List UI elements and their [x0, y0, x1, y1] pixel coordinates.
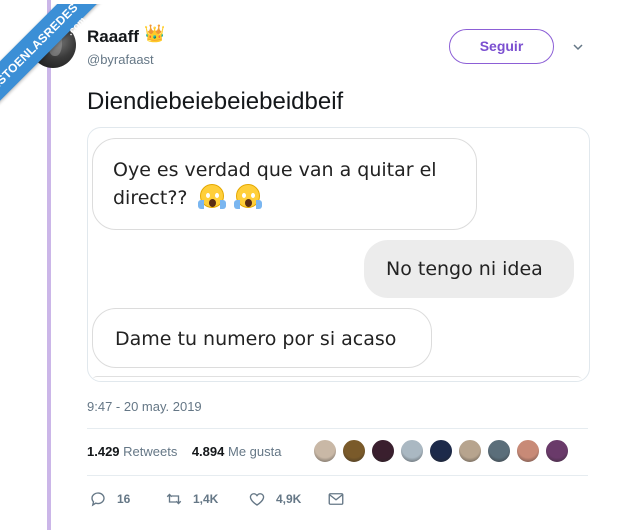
- tweet-stats: 1.429 Retweets 4.894 Me gusta: [87, 444, 281, 459]
- like-action[interactable]: 4,9K: [248, 490, 301, 508]
- tweet-media-screenshot[interactable]: Oye es verdad que van a quitar el direct…: [87, 127, 590, 382]
- reply-count: 16: [117, 492, 131, 506]
- user-name[interactable]: Raaaff: [87, 27, 139, 47]
- like-count: 4,9K: [276, 492, 302, 506]
- chat-message-text: Dame tu numero por si acaso: [115, 328, 397, 350]
- liker-avatar[interactable]: [545, 439, 569, 463]
- user-handle[interactable]: @byrafaast: [87, 52, 154, 67]
- tweet-actions: 16 1,4K 4,9K: [87, 490, 387, 510]
- chat-bubble-sent: No tengo ni idea: [364, 240, 574, 298]
- liker-avatar[interactable]: [342, 439, 366, 463]
- liker-avatar[interactable]: [516, 439, 540, 463]
- chat-bubble-received: Dame tu numero por si acaso: [92, 308, 432, 368]
- liker-avatar[interactable]: [313, 439, 337, 463]
- chat-message-text: No tengo ni idea: [386, 258, 543, 280]
- tweet-text: Diendiebeiebeiebeidbeif: [87, 88, 344, 115]
- divider: [87, 475, 588, 476]
- avatar[interactable]: [30, 22, 76, 68]
- likes-count[interactable]: 4.894: [192, 444, 225, 459]
- chat-bubble-received: Oye es verdad que van a quitar el direct…: [92, 138, 477, 230]
- screaming-face-icon: [197, 184, 226, 209]
- chat-bubble-partial: [92, 376, 582, 381]
- divider: [87, 428, 588, 429]
- liker-avatar[interactable]: [429, 439, 453, 463]
- liker-avatar[interactable]: [371, 439, 395, 463]
- follow-button[interactable]: Seguir: [449, 29, 554, 64]
- reply-action[interactable]: 16: [89, 490, 130, 508]
- thread-line: [47, 0, 51, 530]
- screaming-face-icon: [233, 184, 262, 209]
- crown-emoji: 👑: [144, 24, 166, 43]
- retweets-label[interactable]: Retweets: [123, 444, 177, 459]
- retweet-icon[interactable]: [165, 490, 183, 508]
- chat-message-text: Oye es verdad que van a quitar el direct…: [113, 159, 437, 209]
- liker-avatar[interactable]: [487, 439, 511, 463]
- retweet-count: 1,4K: [193, 492, 219, 506]
- retweets-count[interactable]: 1.429: [87, 444, 120, 459]
- likes-label[interactable]: Me gusta: [228, 444, 281, 459]
- chevron-down-icon[interactable]: [573, 42, 583, 52]
- tweet-timestamp[interactable]: 9:47 - 20 may. 2019: [87, 399, 202, 414]
- reply-icon[interactable]: [89, 490, 107, 508]
- heart-icon[interactable]: [248, 490, 266, 508]
- message-action[interactable]: [327, 490, 345, 508]
- envelope-icon[interactable]: [327, 490, 345, 508]
- retweet-action[interactable]: 1,4K: [165, 490, 218, 508]
- liker-avatar[interactable]: [400, 439, 424, 463]
- liker-avatar[interactable]: [458, 439, 482, 463]
